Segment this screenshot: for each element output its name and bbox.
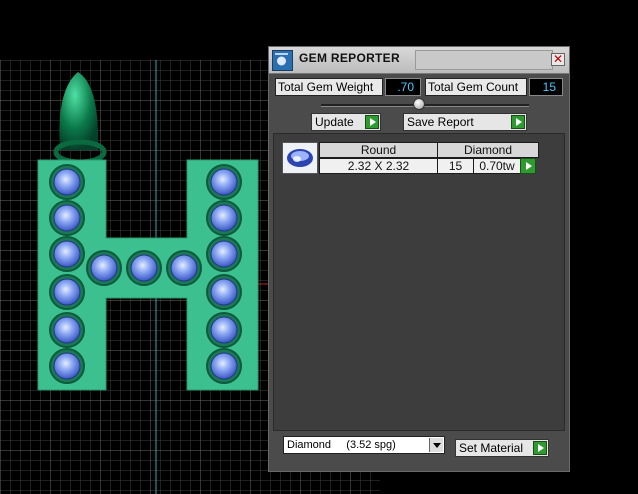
panel-title: GEM REPORTER [299, 51, 400, 65]
gem-reporter-logo-icon [272, 50, 293, 71]
gem-count-cell: 15 [437, 158, 474, 174]
round-gem [210, 352, 238, 380]
round-gem [53, 316, 81, 344]
gem-reporter-panel: GEM REPORTER ✕ Total Gem Weight .70 Tota… [268, 46, 570, 472]
total-gem-weight-value: .70 [385, 78, 421, 96]
round-gem [130, 254, 158, 282]
title-bar[interactable]: GEM REPORTER ✕ [269, 47, 569, 74]
round-gem [210, 168, 238, 196]
slider-knob[interactable] [413, 98, 425, 110]
dropdown-arrow-icon[interactable] [429, 438, 443, 452]
total-gem-count-label: Total Gem Count [425, 78, 527, 96]
gem-material-header: Diamond [437, 142, 539, 158]
round-gem [90, 254, 118, 282]
save-report-button-label: Save Report [407, 115, 474, 129]
play-arrow-icon [511, 115, 525, 129]
play-arrow-icon[interactable] [520, 158, 536, 174]
round-gem-icon[interactable] [282, 142, 318, 174]
material-select-value: Diamond (3.52 spg) [287, 439, 396, 451]
update-button-label: Update [315, 115, 354, 129]
round-gem [53, 168, 81, 196]
total-gem-count-value: 15 [529, 78, 563, 96]
play-arrow-icon [365, 115, 379, 129]
round-gem [210, 204, 238, 232]
title-drag-strip[interactable] [415, 50, 553, 70]
round-gem [210, 278, 238, 306]
round-gem [210, 240, 238, 268]
set-material-button[interactable]: Set Material [455, 439, 549, 457]
slider-track[interactable] [321, 104, 529, 107]
gem-report-area: Round Diamond 2.32 X 2.32 15 0.70tw [273, 133, 565, 431]
gem-weight-cell: 0.70tw [473, 158, 521, 174]
play-arrow-icon [533, 441, 547, 455]
material-select[interactable]: Diamond (3.52 spg) [283, 436, 445, 454]
gem-shape-header: Round [319, 142, 438, 158]
round-gem [53, 278, 81, 306]
save-report-button[interactable]: Save Report [403, 113, 527, 131]
update-button[interactable]: Update [311, 113, 381, 131]
set-material-button-label: Set Material [459, 441, 524, 455]
total-gem-weight-label: Total Gem Weight [275, 78, 383, 96]
round-gem [53, 240, 81, 268]
close-icon[interactable]: ✕ [551, 53, 565, 66]
round-gem [170, 254, 198, 282]
round-gem [53, 352, 81, 380]
round-gem [53, 204, 81, 232]
round-gem [210, 316, 238, 344]
gem-size-cell: 2.32 X 2.32 [319, 158, 438, 174]
